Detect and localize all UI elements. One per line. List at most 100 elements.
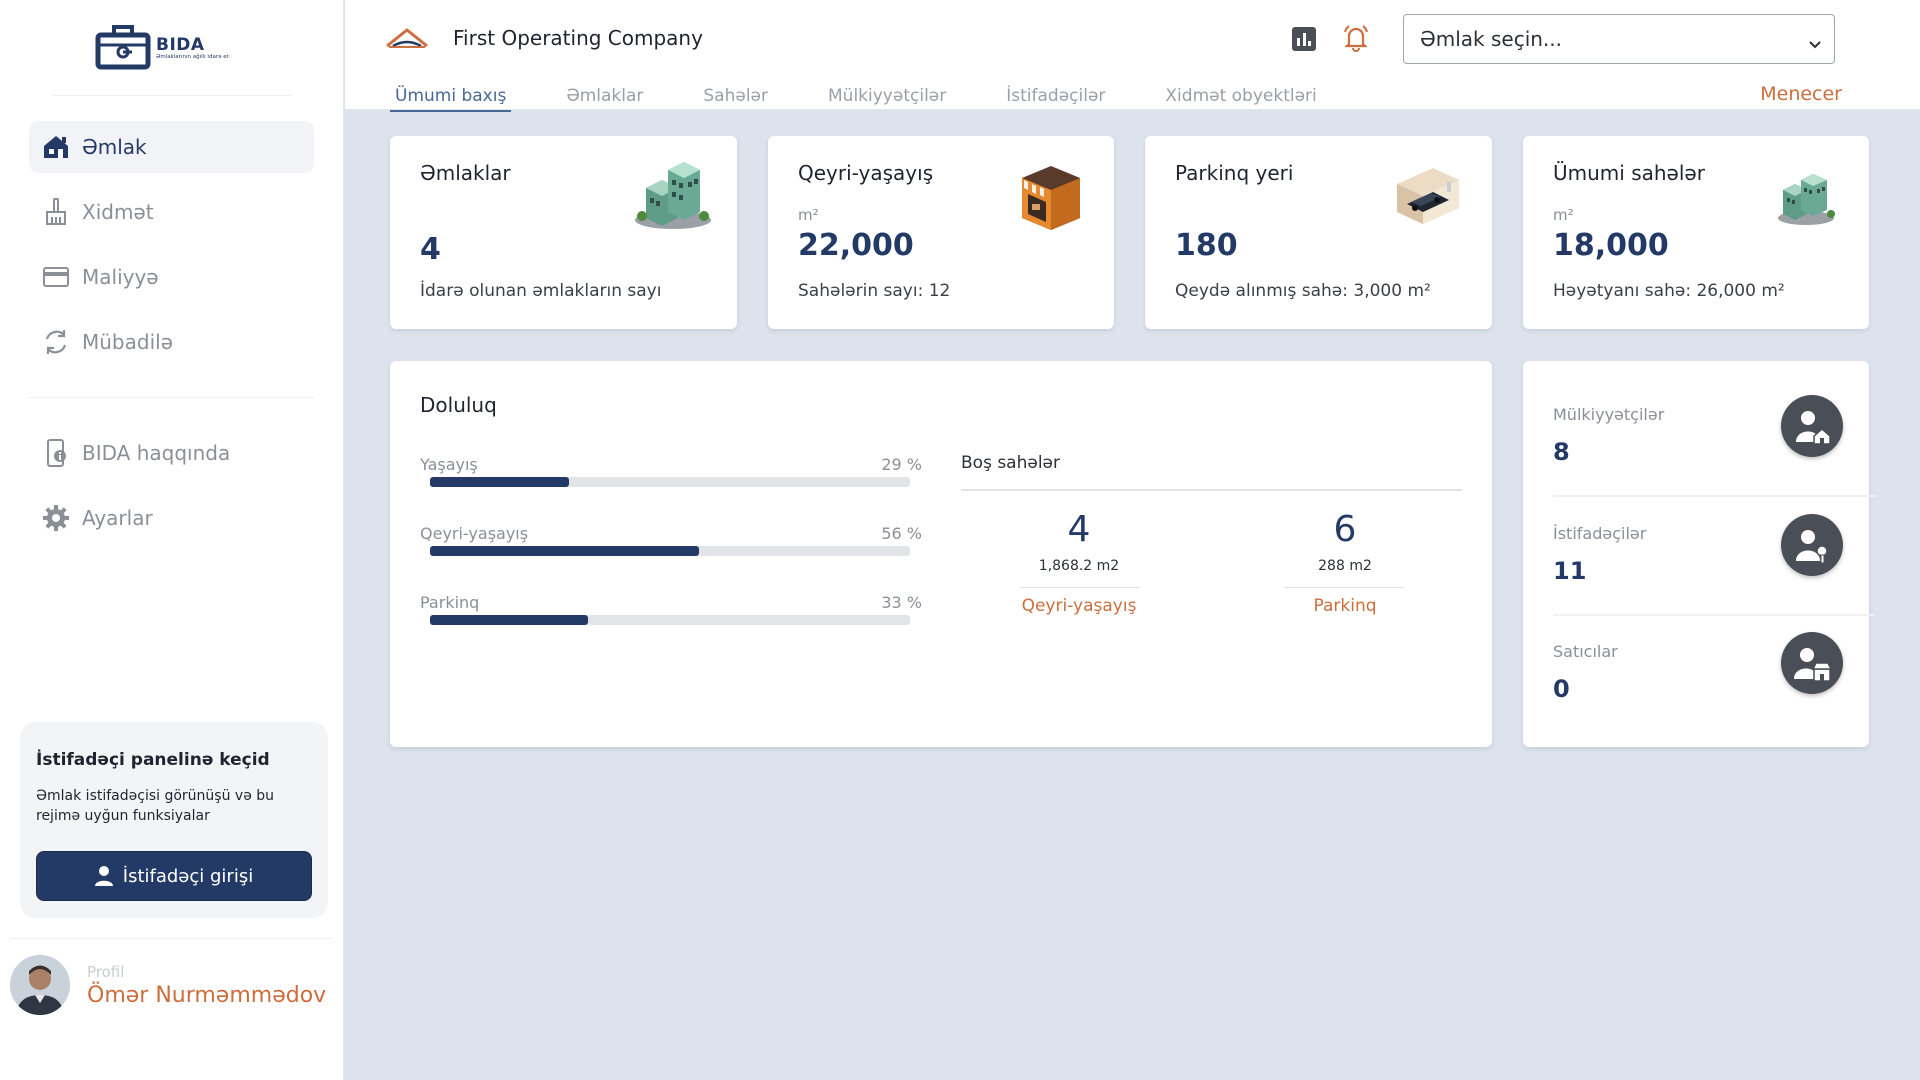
sidebar-item-label: Əmlak xyxy=(82,135,147,159)
stat-description: Həyətyanı sahə: 26,000 m² xyxy=(1553,281,1785,301)
brand-name: BIDA xyxy=(156,34,205,55)
sidebar-item-label: BIDA haqqında xyxy=(82,441,231,465)
stat-card-common-areas: Ümumi sahələr m² 18,000 Həyətyanı sahə: … xyxy=(1523,136,1869,329)
sidebar-item-mubadile[interactable]: Mübadilə xyxy=(29,316,314,368)
divider xyxy=(1553,495,1875,497)
bar-fill xyxy=(430,615,589,625)
top-header: First Operating Company Əmlak seçin... Ü… xyxy=(345,0,1920,112)
apartment-blocks-icon xyxy=(1775,170,1837,230)
stat-value: 180 xyxy=(1175,228,1238,263)
divider xyxy=(1019,587,1139,588)
tab-owners[interactable]: Mülkiyyətçilər xyxy=(828,86,946,106)
people-card: Mülkiyyətçilər 8 İstifadəçilər 11 Satıcı… xyxy=(1523,361,1875,747)
bar-track xyxy=(430,546,910,556)
sidebar-item-xidmet[interactable]: Xidmət xyxy=(29,186,314,238)
sidebar-item-maliyye[interactable]: Maliyyə xyxy=(29,251,314,303)
bida-logo[interactable]: BIDA Əmlaklarının ağıllı idarə et xyxy=(92,20,262,72)
main-nav: Əmlak Xidmət Maliyyə Mübadilə xyxy=(29,121,314,381)
vacant-count: 4 xyxy=(1067,509,1091,550)
tab-bar: Ümumi baxış Əmlaklar Sahələr Mülkiyyətçi… xyxy=(389,86,1377,112)
stat-title: Əmlaklar xyxy=(420,161,511,185)
tab-properties[interactable]: Əmlaklar xyxy=(566,86,643,106)
tab-users[interactable]: İstifadəçilər xyxy=(1006,86,1105,106)
vacant-area: 288 m2 xyxy=(1318,558,1372,574)
occupancy-title: Doluluq xyxy=(420,393,497,417)
occupancy-card: Doluluq Yaşayış 29 % Qeyri-yaşayış 56 % … xyxy=(390,361,1492,747)
tab-service-objects[interactable]: Xidmət obyektləri xyxy=(1165,86,1316,106)
company-logo-icon xyxy=(385,26,429,54)
vacant-parking: 6 288 m2 Parkinq xyxy=(1285,509,1405,616)
user-login-button[interactable]: İstifadəçi girişi xyxy=(36,851,312,901)
broom-icon xyxy=(41,197,71,227)
brand-tagline: Əmlaklarının ağıllı idarə et xyxy=(156,53,229,60)
vacant-link[interactable]: Qeyri-yaşayış xyxy=(1019,596,1139,616)
bar-fill xyxy=(430,546,699,556)
people-row-owners[interactable]: Mülkiyyətçilər 8 xyxy=(1553,395,1853,505)
tab-overview[interactable]: Ümumi baxış xyxy=(389,86,512,112)
bell-icon[interactable] xyxy=(1342,24,1370,56)
divider xyxy=(29,397,314,398)
bar-label: Yaşayış xyxy=(420,455,478,474)
switch-title: İstifadəçi panelinə keçid xyxy=(36,750,270,770)
sidebar-item-emlak[interactable]: Əmlak xyxy=(29,121,314,173)
stat-value: 22,000 xyxy=(798,228,914,263)
vacant-area: 1,868.2 m2 xyxy=(1038,558,1120,574)
user-login-label: İstifadəçi girişi xyxy=(122,865,254,887)
gear-icon xyxy=(41,503,71,533)
sidebar-item-about[interactable]: BIDA haqqında xyxy=(29,427,314,479)
device-info-icon xyxy=(41,438,71,468)
owner-house-icon xyxy=(1781,395,1843,457)
sidebar-item-label: Mübadilə xyxy=(82,330,173,354)
avatar xyxy=(10,955,70,1015)
divider xyxy=(961,489,1462,491)
stat-description: Qeydə alınmış sahə: 3,000 m² xyxy=(1175,281,1431,301)
user-key-icon xyxy=(1781,514,1843,576)
user-panel-switch-card: İstifadəçi panelinə keçid Əmlak istifadə… xyxy=(20,722,328,918)
occupancy-bar: Parkinq 33 % xyxy=(420,593,922,625)
tab-areas[interactable]: Sahələr xyxy=(703,86,768,106)
buildings-icon xyxy=(632,158,714,236)
bar-fill xyxy=(430,477,570,487)
stat-title: Parkinq yeri xyxy=(1175,161,1294,185)
bar-label: Parkinq xyxy=(420,593,480,612)
sidebar-item-settings[interactable]: Ayarlar xyxy=(29,492,314,544)
bar-percent: 56 % xyxy=(881,524,922,543)
toolbox-logo-icon xyxy=(95,25,151,70)
vacant-count: 6 xyxy=(1333,509,1357,550)
property-select-value: Əmlak seçin... xyxy=(1420,27,1563,51)
stat-card-properties: Əmlaklar 4 İdarə olunan əmlakların sayı xyxy=(390,136,737,329)
vacant-title: Boş sahələr xyxy=(961,453,1061,473)
card-icon xyxy=(41,262,71,292)
user-icon xyxy=(94,866,113,886)
occupancy-bar: Qeyri-yaşayış 56 % xyxy=(420,524,922,556)
divider xyxy=(10,938,332,939)
occupancy-bar: Yaşayış 29 % xyxy=(420,455,922,487)
divider xyxy=(52,95,292,96)
stat-description: Sahələrin sayı: 12 xyxy=(798,281,951,301)
vacant-non-residential: 4 1,868.2 m2 Qeyri-yaşayış xyxy=(1019,509,1139,616)
bar-percent: 29 % xyxy=(881,455,922,474)
vacant-link[interactable]: Parkinq xyxy=(1285,596,1405,616)
divider xyxy=(1553,614,1875,616)
sidebar-item-label: Xidmət xyxy=(82,200,154,224)
bar-chart-icon[interactable] xyxy=(1292,27,1316,51)
property-select[interactable]: Əmlak seçin... xyxy=(1403,14,1835,64)
bar-track xyxy=(430,615,910,625)
sidebar-item-label: Maliyyə xyxy=(82,265,159,289)
profile[interactable]: Profil Ömər Nurməmmədov xyxy=(10,955,326,1015)
bar-track xyxy=(430,477,910,487)
profile-label: Profil xyxy=(87,962,125,981)
stat-value: 4 xyxy=(420,232,441,267)
switch-description: Əmlak istifadəçisi görünüşü və bu rejimə… xyxy=(36,788,275,824)
stat-card-non-residential: Qeyri-yaşayış m² 22,000 Sahələrin sayı: … xyxy=(768,136,1114,329)
sidebar: BIDA Əmlaklarının ağıllı idarə et Əmlak … xyxy=(0,0,344,1080)
bar-label: Qeyri-yaşayış xyxy=(420,524,529,543)
shop-icon xyxy=(1018,162,1084,238)
people-row-users[interactable]: İstifadəçilər 11 xyxy=(1553,514,1853,624)
stat-unit: m² xyxy=(798,206,819,224)
profile-name[interactable]: Ömər Nurməmmədov xyxy=(87,983,326,1008)
people-row-sellers[interactable]: Satıcılar 0 xyxy=(1553,632,1853,742)
role-badge: Menecer xyxy=(1760,83,1842,105)
stat-card-parking: Parkinq yeri 180 Qeydə alınmış sahə: 3,0… xyxy=(1145,136,1492,329)
company-name: First Operating Company xyxy=(453,26,703,50)
